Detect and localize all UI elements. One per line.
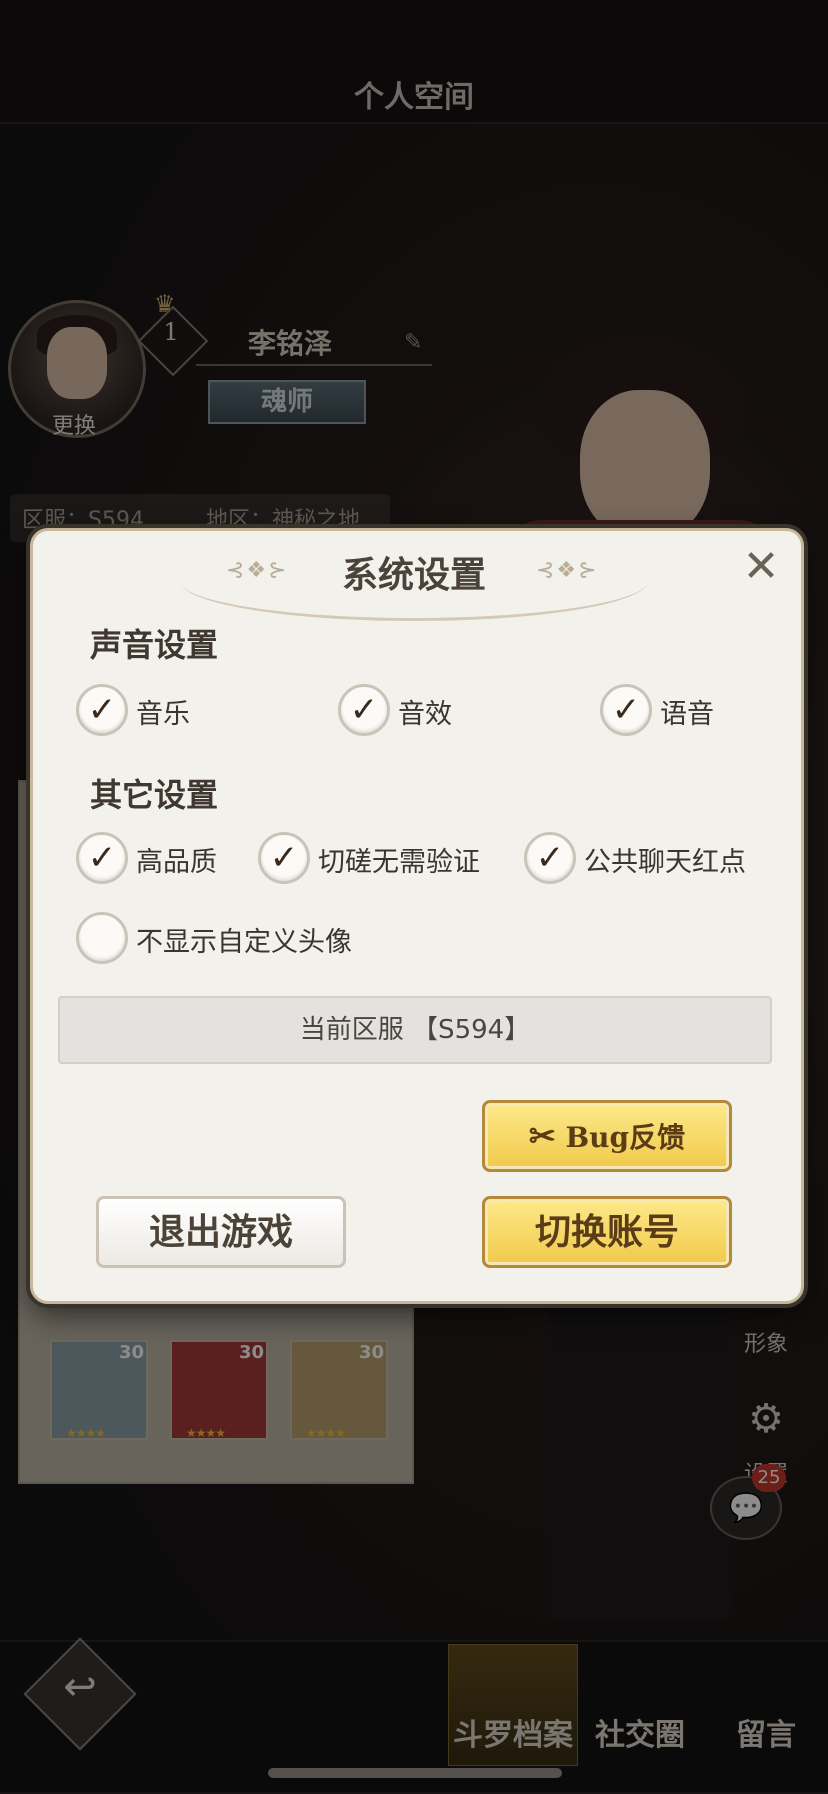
bug-feedback-button[interactable]: ✂ Bug反馈: [482, 1100, 732, 1172]
check-icon[interactable]: ✓: [524, 832, 576, 884]
dialog-title: 系统设置: [341, 554, 486, 596]
empty-check-icon[interactable]: [76, 912, 128, 964]
check-icon[interactable]: ✓: [600, 684, 652, 736]
switch-account-button[interactable]: 切换账号: [482, 1196, 732, 1268]
check-icon[interactable]: ✓: [258, 832, 310, 884]
check-icon[interactable]: ✓: [76, 832, 128, 884]
exit-game-button[interactable]: 退出游戏: [96, 1196, 346, 1268]
check-icon[interactable]: ✓: [338, 684, 390, 736]
tools-icon: ✂: [528, 1117, 556, 1155]
sound-section-title: 声音设置: [90, 626, 219, 664]
current-server-bar: 当前区服 【S594】: [58, 996, 772, 1064]
close-icon[interactable]: ✕: [734, 540, 788, 594]
other-section-title: 其它设置: [90, 776, 219, 814]
check-icon[interactable]: ✓: [76, 684, 128, 736]
